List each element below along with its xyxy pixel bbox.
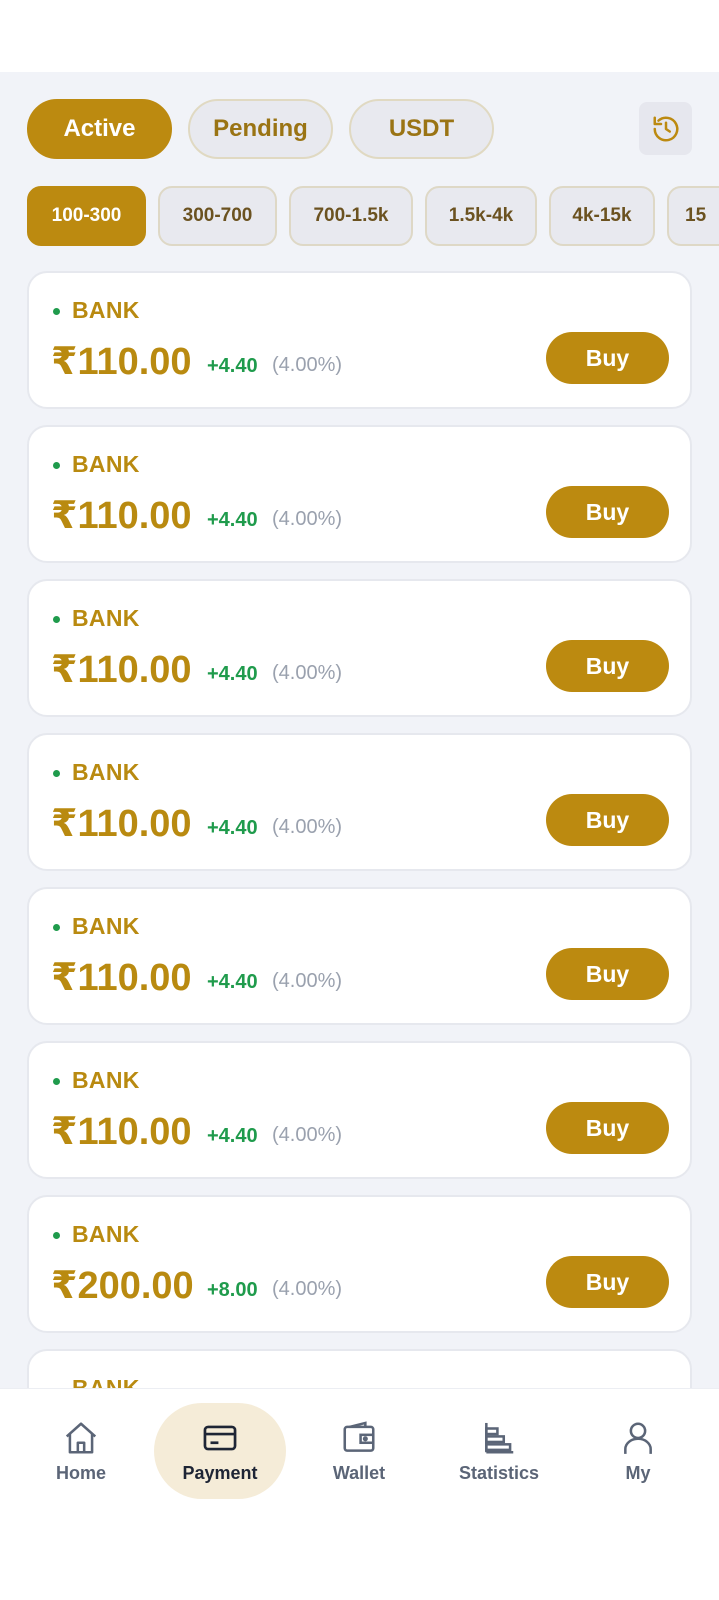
nav-my[interactable]: My <box>572 1403 704 1499</box>
payment-method: BANK <box>72 1221 140 1247</box>
status-dot <box>53 924 60 931</box>
statistics-icon <box>485 1422 514 1454</box>
buy-button[interactable]: Buy <box>546 1256 669 1308</box>
payment-method: BANK <box>72 605 140 631</box>
order-percent: (4.00%) <box>272 970 343 992</box>
buy-button[interactable]: Buy <box>546 332 669 384</box>
nav-label-payment: Payment <box>182 1463 258 1483</box>
wallet-icon <box>343 1421 375 1452</box>
order-list: BANK ₹110.00 +4.40 (4.00%) Buy BANK ₹110… <box>27 271 692 1388</box>
home-icon <box>65 1422 97 1454</box>
order-amount: ₹110.00 <box>51 341 192 383</box>
order-bonus: +8.00 <box>207 1279 258 1301</box>
nav-label-statistics: Statistics <box>458 1463 540 1483</box>
nav-label-my: My <box>625 1463 651 1483</box>
nav-home[interactable]: Home <box>15 1403 147 1499</box>
payment-method: BANK <box>72 1067 140 1093</box>
nav-label-wallet: Wallet <box>332 1463 386 1483</box>
order-bonus: +4.40 <box>207 509 258 531</box>
order-card: BANK ₹110.00 +4.40 (4.00%) Buy <box>27 1041 692 1179</box>
buy-button[interactable]: Buy <box>546 1102 669 1154</box>
tab-pending[interactable]: Pending <box>188 99 333 159</box>
bottom-navigation: Home Payment Wallet Statistics My <box>0 1388 719 1600</box>
range-tab-300-700[interactable]: 300-700 <box>158 186 277 246</box>
history-icon <box>653 116 678 141</box>
tab-usdt[interactable]: USDT <box>349 99 494 159</box>
buy-button[interactable]: Buy <box>546 486 669 538</box>
main-content: Active Pending USDT 100-300 300-700 700-… <box>0 72 719 1388</box>
order-card: BANK ₹110.00 +4.40 (4.00%) Buy <box>27 425 692 563</box>
payment-method: BANK <box>72 759 140 785</box>
order-card: BANK ₹110.00 +4.40 (4.00%) Buy <box>27 579 692 717</box>
user-icon <box>624 1422 652 1454</box>
order-percent: (4.00%) <box>272 662 343 684</box>
order-percent: (4.00%) <box>272 354 343 376</box>
order-amount: ₹110.00 <box>51 803 192 845</box>
order-percent: (4.00%) <box>272 1124 343 1146</box>
payment-method: BANK <box>72 913 140 939</box>
status-tabs: Active Pending USDT <box>27 99 494 159</box>
card-icon <box>203 1425 237 1451</box>
status-dot <box>53 308 60 315</box>
order-amount: ₹110.00 <box>51 957 192 999</box>
order-percent: (4.00%) <box>272 508 343 530</box>
payment-method: BANK <box>72 297 140 323</box>
buy-button[interactable]: Buy <box>546 640 669 692</box>
buy-button[interactable]: Buy <box>546 948 669 1000</box>
status-dot <box>53 462 60 469</box>
nav-label-home: Home <box>55 1463 106 1483</box>
order-bonus: +4.40 <box>207 1125 258 1147</box>
order-percent: (4.00%) <box>272 1278 343 1300</box>
nav-wallet[interactable]: Wallet <box>293 1403 425 1499</box>
range-tab-100-300[interactable]: 100-300 <box>27 186 146 246</box>
amount-range-tabs: 100-300 300-700 700-1.5k 1.5k-4k 4k-15k … <box>27 186 719 246</box>
buy-button[interactable]: Buy <box>546 794 669 846</box>
order-card: BANK <box>27 1349 692 1388</box>
order-bonus: +4.40 <box>207 817 258 839</box>
order-amount: ₹110.00 <box>51 495 192 537</box>
order-card: BANK ₹110.00 +4.40 (4.00%) Buy <box>27 887 692 1025</box>
range-tab-15[interactable]: 15 <box>667 186 719 246</box>
order-bonus: +4.40 <box>207 355 258 377</box>
status-dot <box>53 770 60 777</box>
range-tab-700-1.5k[interactable]: 700-1.5k <box>289 186 413 246</box>
order-card: BANK ₹110.00 +4.40 (4.00%) Buy <box>27 271 692 409</box>
top-blank-area <box>0 0 719 72</box>
order-bonus: +4.40 <box>207 663 258 685</box>
range-tab-4k-15k[interactable]: 4k-15k <box>549 186 655 246</box>
range-tab-1.5k-4k[interactable]: 1.5k-4k <box>425 186 537 246</box>
status-dot <box>53 1232 60 1239</box>
payment-method: BANK <box>72 1375 140 1388</box>
order-percent: (4.00%) <box>272 816 343 838</box>
history-button[interactable] <box>639 102 692 155</box>
nav-statistics[interactable]: Statistics <box>433 1403 565 1499</box>
order-bonus: +4.40 <box>207 971 258 993</box>
nav-payment[interactable]: Payment <box>154 1403 286 1499</box>
tab-active[interactable]: Active <box>27 99 172 159</box>
payment-method: BANK <box>72 451 140 477</box>
status-dot <box>53 1078 60 1085</box>
order-amount: ₹200.00 <box>51 1265 194 1307</box>
status-dot <box>53 616 60 623</box>
order-amount: ₹110.00 <box>51 1111 192 1153</box>
order-card: BANK ₹200.00 +8.00 (4.00%) Buy <box>27 1195 692 1333</box>
order-amount: ₹110.00 <box>51 649 192 691</box>
order-card: BANK ₹110.00 +4.40 (4.00%) Buy <box>27 733 692 871</box>
